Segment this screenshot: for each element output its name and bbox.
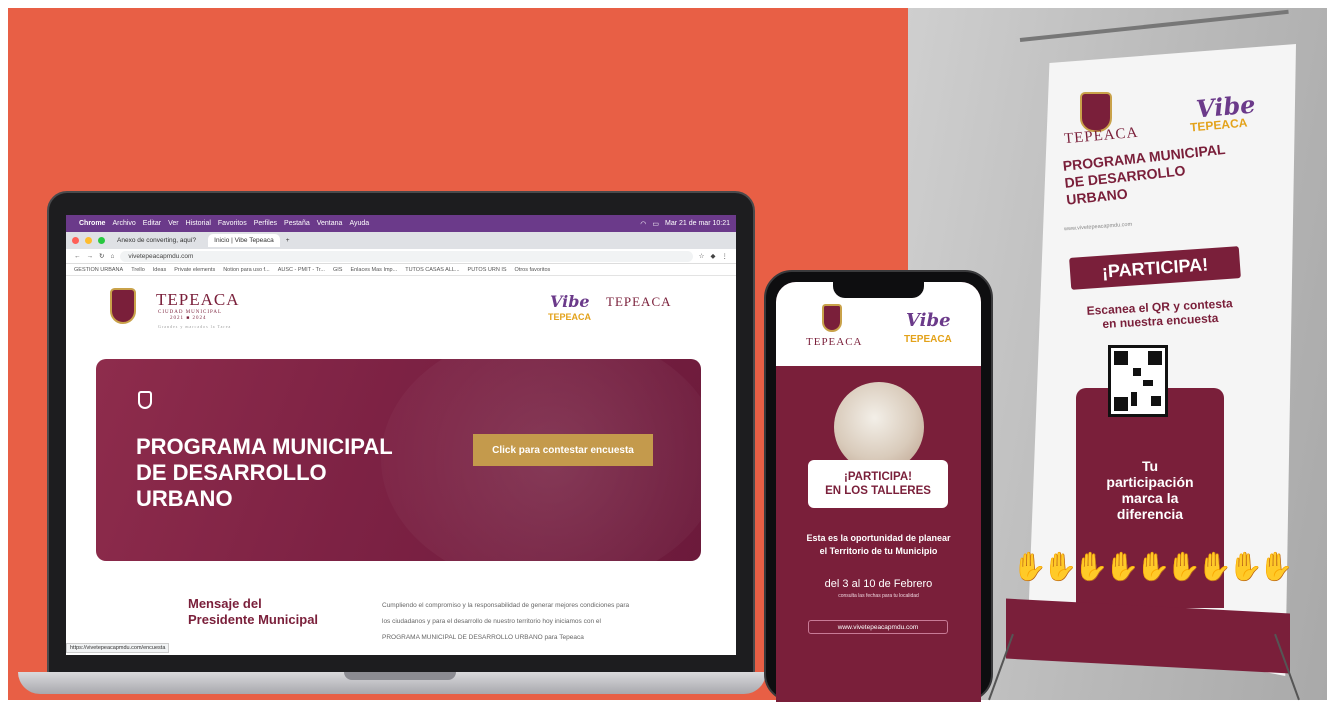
banner-difference-text: Tu participación marca la diferencia: [1106, 458, 1194, 522]
site-logo-slogan: Grandes y marcados la Tarea: [158, 324, 232, 329]
menu-item-favoritos[interactable]: Favoritos: [218, 220, 247, 227]
status-url: https://vivetepeacapmdu.com/encuesta: [66, 643, 170, 653]
tab-inicio[interactable]: Inicio | Vibe Tepeaca: [208, 234, 280, 247]
forward-icon[interactable]: →: [87, 253, 94, 260]
reload-icon[interactable]: ↻: [99, 252, 104, 260]
browser-tabbar: Anexo de converting, aquí? Inicio | Vibe…: [66, 232, 736, 249]
phone-vibe-town: TEPEACA: [904, 334, 952, 345]
menu-item-archivo[interactable]: Archivo: [112, 220, 135, 227]
url-input[interactable]: vivetepeacapmdu.com: [120, 250, 693, 262]
bookmark-item[interactable]: Notion para uso f...: [223, 267, 269, 273]
hero-title: PROGRAMA MUNICIPAL DE DESARROLLO URBANO: [136, 434, 393, 511]
menu-item-pestana[interactable]: Pestaña: [284, 220, 310, 227]
maximize-window-icon[interactable]: [98, 237, 105, 244]
mockup-scene: Chrome Archivo Editar Ver Historial Favo…: [0, 0, 1327, 706]
menubar-clock[interactable]: Mar 21 de mar 10:21: [665, 220, 730, 228]
menu-item-ayuda[interactable]: Ayuda: [349, 220, 369, 227]
bookmark-item[interactable]: Ideas: [153, 267, 166, 273]
macos-menubar: Chrome Archivo Editar Ver Historial Favo…: [66, 215, 736, 232]
home-icon[interactable]: ⌂: [110, 253, 114, 260]
vibe-logo-town: TEPEACA: [548, 312, 592, 322]
bookmark-star-icon[interactable]: ☆: [699, 252, 705, 260]
laptop-screen: Chrome Archivo Editar Ver Historial Favo…: [66, 215, 736, 655]
badge-line-2: EN LOS TALLERES: [825, 485, 931, 497]
close-window-icon[interactable]: [72, 237, 79, 244]
address-bar: ← → ↻ ⌂ vivetepeacapmdu.com ☆ ◆ ⋮: [66, 249, 736, 264]
back-icon[interactable]: ←: [74, 253, 81, 260]
tepeaca-crest-logo: [822, 304, 842, 332]
phone-dates-sub: consulta las fechas para tu localidad: [838, 593, 919, 599]
minimize-window-icon[interactable]: [85, 237, 92, 244]
menu-item-ventana[interactable]: Ventana: [317, 220, 343, 227]
qr-code-icon[interactable]: [1108, 345, 1168, 417]
bookmarks-bar: GESTION URBANA Trello Ideas Private elem…: [66, 264, 736, 276]
menubar-status: ◠ ▭ Mar 21 de mar 10:21: [640, 220, 730, 228]
menu-item-perfiles[interactable]: Perfiles: [254, 220, 277, 227]
battery-icon[interactable]: ▭: [652, 220, 659, 228]
tepeaca-crest-logo[interactable]: [110, 288, 136, 324]
message-title: Mensaje del Presidente Municipal: [188, 596, 319, 627]
menu-item-editar[interactable]: Editar: [143, 220, 161, 227]
laptop-thumb-notch: [344, 672, 456, 680]
hero-banner: PROGRAMA MUNICIPAL DE DESARROLLO URBANO …: [96, 359, 701, 561]
menu-item-historial[interactable]: Historial: [186, 220, 211, 227]
menu-item-ver[interactable]: Ver: [168, 220, 179, 227]
bookmark-item[interactable]: GESTION URBANA: [74, 267, 123, 273]
phone-dates: del 3 al 10 de Febrero: [824, 578, 933, 590]
message-body: Cumpliendo el compromiso y la responsabi…: [382, 602, 630, 641]
browser-menu-icon[interactable]: ⋮: [722, 252, 729, 260]
phone-screen: TEPEACA Vibe TEPEACA ¡PARTICIPA! EN LOS …: [776, 282, 981, 702]
vibe-logo[interactable]: Vibe: [550, 292, 590, 311]
badge-line-1: ¡PARTICIPA!: [844, 471, 912, 483]
bookmark-item-other[interactable]: Otros favoritos: [515, 267, 551, 273]
site-right-logo[interactable]: TEPEACA: [606, 294, 672, 310]
phone-headline: Esta es la oportunidad de planear el Ter…: [806, 533, 951, 556]
bookmark-item[interactable]: GIS: [333, 267, 342, 273]
workshop-photo: [834, 382, 924, 472]
phone-notch: [833, 282, 924, 298]
bookmark-item[interactable]: Trello: [131, 267, 145, 273]
site-logo-years: 2021 ■ 2024: [170, 316, 207, 321]
banner-crest-logo: [1080, 92, 1112, 132]
site-header: TEPEACA CIUDAD MUNICIPAL 2021 ■ 2024 Gra…: [66, 276, 736, 348]
new-tab-icon[interactable]: +: [286, 237, 290, 244]
bookmark-item[interactable]: PUTOS URN IS: [468, 267, 507, 273]
menubar-app-name[interactable]: Chrome: [79, 220, 105, 227]
crest-icon: [138, 391, 152, 409]
bookmark-item[interactable]: Private elements: [174, 267, 215, 273]
participa-badge[interactable]: ¡PARTICIPA! EN LOS TALLERES: [808, 460, 948, 508]
bookmark-item[interactable]: TUTOS CASAS ALL...: [405, 267, 459, 273]
tab-anexo[interactable]: Anexo de converting, aquí?: [111, 234, 202, 247]
phone-logo-name: TEPEACA: [806, 336, 863, 348]
site-logo-sub: CIUDAD MUNICIPAL: [158, 310, 223, 315]
site-logo-name[interactable]: TEPEACA: [156, 290, 240, 310]
wifi-icon[interactable]: ◠: [640, 220, 646, 228]
phone-url-button[interactable]: www.vivetepeacapmdu.com: [808, 620, 948, 634]
survey-button[interactable]: Click para contestar encuesta: [473, 434, 653, 466]
extensions-icon[interactable]: ◆: [711, 252, 716, 260]
phone-vibe-logo: Vibe: [906, 310, 951, 331]
bookmark-item[interactable]: Enlaces Mas Imp...: [350, 267, 397, 273]
bookmark-item[interactable]: AUSC - PMIT - Tr...: [278, 267, 325, 273]
